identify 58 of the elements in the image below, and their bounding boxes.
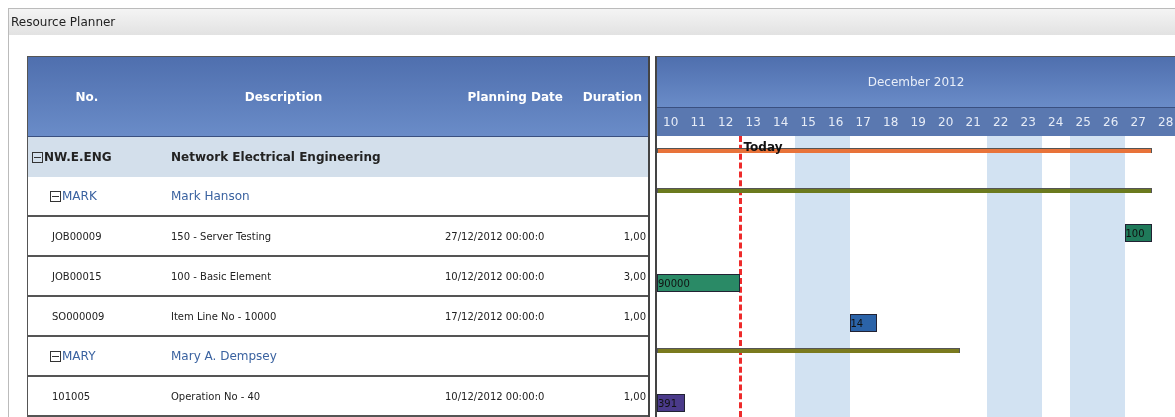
task-bar-label: 100 xyxy=(1125,227,1145,239)
row-number: 101005 xyxy=(52,390,91,402)
duration: 1,00 xyxy=(622,310,647,322)
day-label: 11 xyxy=(689,115,707,130)
planning-date: 17/12/2012 00:00:0 xyxy=(444,310,546,322)
task-bar[interactable]: 90000 xyxy=(657,274,740,292)
day-label: 15 xyxy=(799,115,817,130)
collapse-toggle[interactable] xyxy=(50,190,61,202)
row-description: Operation No - 40 xyxy=(170,390,262,402)
day-label: 17 xyxy=(854,115,872,130)
task-bar[interactable]: 100 xyxy=(1124,224,1152,242)
day-label: 19 xyxy=(909,115,927,130)
collapse-toggle[interactable] xyxy=(50,350,61,362)
month-label: December 2012 xyxy=(867,75,965,90)
task-bar-label: 90000 xyxy=(658,277,690,289)
duration: 1,00 xyxy=(622,230,647,242)
day-label: 24 xyxy=(1047,115,1065,130)
day-label: 13 xyxy=(744,115,762,130)
column-header[interactable]: No. xyxy=(28,89,146,104)
day-label: 10 xyxy=(662,115,680,130)
day-label: 27 xyxy=(1129,115,1147,130)
day-label: 14 xyxy=(772,115,790,130)
day-label: 21 xyxy=(964,115,982,130)
day-label: 23 xyxy=(1019,115,1037,130)
row-description: 150 - Server Testing xyxy=(170,230,273,242)
row-description: Mark Hanson xyxy=(170,189,251,203)
day-label: 25 xyxy=(1074,115,1092,130)
row-description: 100 - Basic Element xyxy=(170,270,273,282)
day-label: 12 xyxy=(717,115,735,130)
column-header[interactable]: Description xyxy=(146,89,421,104)
row-description: Network Electrical Engineering xyxy=(170,150,382,164)
column-header[interactable]: Planning Date xyxy=(421,89,571,104)
day-label: 20 xyxy=(937,115,955,130)
row-number: JOB00009 xyxy=(52,230,102,242)
window-title: Resource Planner xyxy=(11,15,116,29)
row-description: Mary A. Dempsey xyxy=(170,349,278,363)
day-label: 16 xyxy=(827,115,845,130)
day-label: 26 xyxy=(1102,115,1120,130)
task-bar[interactable]: 14 xyxy=(849,314,877,332)
day-label: 18 xyxy=(882,115,900,130)
row-number: NW.E.ENG xyxy=(44,150,112,164)
day-label: 22 xyxy=(992,115,1010,130)
row-number: SO000009 xyxy=(52,310,105,322)
duration: 3,00 xyxy=(622,270,647,282)
duration: 1,00 xyxy=(622,390,647,402)
column-header[interactable]: Duration xyxy=(571,89,648,104)
planning-date: 27/12/2012 00:00:0 xyxy=(444,230,546,242)
task-bar[interactable]: 391 xyxy=(657,394,685,412)
task-bar-label: 14 xyxy=(850,317,864,329)
row-description: Item Line No - 10000 xyxy=(170,310,278,322)
day-label: 28 xyxy=(1157,115,1175,130)
row-number: MARY xyxy=(62,349,96,363)
collapse-toggle[interactable] xyxy=(32,151,43,163)
row-number: MARK xyxy=(62,189,97,203)
task-bar-label: 391 xyxy=(658,397,678,409)
row-number: JOB00015 xyxy=(52,270,102,282)
planning-date: 10/12/2012 00:00:0 xyxy=(444,270,546,282)
planning-date: 10/12/2012 00:00:0 xyxy=(444,390,546,402)
